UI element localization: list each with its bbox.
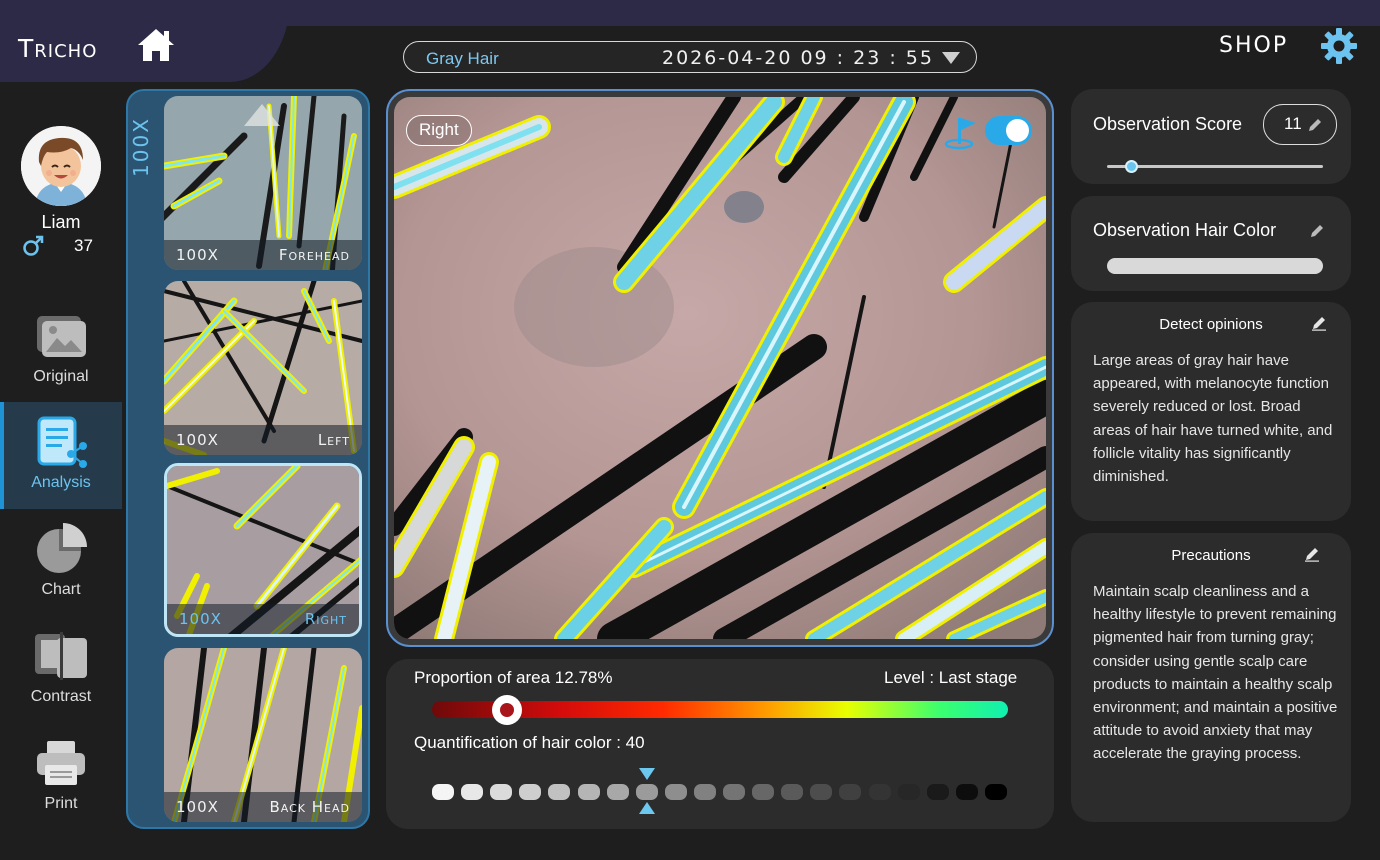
thumbnail-left[interactable]: 100X Left xyxy=(164,281,362,455)
flag-marker-icon[interactable] xyxy=(944,114,978,150)
home-icon[interactable] xyxy=(136,27,176,63)
observation-score-slider-knob[interactable] xyxy=(1124,160,1138,173)
thumbnail-mag: 100X xyxy=(176,431,219,449)
hair-color-chip[interactable] xyxy=(461,784,484,800)
selected-chip-marker-top xyxy=(638,768,655,780)
hair-color-chip[interactable] xyxy=(635,784,658,800)
avatar-illustration xyxy=(21,126,101,206)
app-title: Tricho xyxy=(18,34,98,63)
thumbnail-label: 100X Back Head xyxy=(164,792,362,822)
avatar[interactable] xyxy=(21,126,101,206)
observation-score-value: 11 xyxy=(1284,114,1302,133)
hair-color-chip[interactable] xyxy=(577,784,600,800)
hair-color-chip[interactable] xyxy=(955,784,978,800)
observation-hair-color-card xyxy=(1071,196,1351,291)
pie-chart-icon xyxy=(37,523,87,573)
precautions-text: Maintain scalp cleanliness and a healthy… xyxy=(1093,583,1338,763)
image-icon xyxy=(37,316,86,357)
shop-link[interactable]: SHOP xyxy=(1219,33,1288,58)
hair-color-chip[interactable] xyxy=(752,784,775,800)
hair-color-chip[interactable] xyxy=(926,784,949,800)
hair-color-chip[interactable] xyxy=(839,784,862,800)
male-gender-icon xyxy=(23,235,44,256)
hair-color-chip[interactable] xyxy=(810,784,833,800)
edit-pencil-icon[interactable] xyxy=(1311,315,1327,331)
observation-score-slider[interactable] xyxy=(1107,165,1323,168)
edit-pencil-icon[interactable] xyxy=(1309,223,1325,239)
magnification-tab[interactable]: 100X xyxy=(126,89,160,199)
record-datetime: 2026-04-20 09 : 23 : 55 xyxy=(662,47,934,69)
user-age: 37 xyxy=(74,236,93,255)
hair-color-quantification: Quantification of hair color : 40 xyxy=(414,733,645,752)
observation-score-title: Observation Score xyxy=(1093,114,1243,134)
hair-color-chip[interactable] xyxy=(781,784,804,800)
edit-pencil-icon[interactable] xyxy=(1304,546,1320,562)
thumbnail-area: Forehead xyxy=(278,246,350,264)
overlay-toggle[interactable] xyxy=(985,116,1032,145)
chevron-down-icon[interactable] xyxy=(942,52,960,64)
hair-color-chip[interactable] xyxy=(984,784,1007,800)
hair-color-chip[interactable] xyxy=(693,784,716,800)
thumbnail-label: 100X Left xyxy=(164,425,362,455)
hair-color-chip[interactable] xyxy=(490,784,513,800)
nav-chart[interactable]: Chart xyxy=(0,509,122,616)
scalp-image-drawing xyxy=(394,97,1046,639)
scroll-up-arrow-icon[interactable] xyxy=(244,104,280,126)
hair-color-chip[interactable] xyxy=(519,784,542,800)
thumbnail-mag: 100X xyxy=(176,246,219,264)
thumbnail-back-head[interactable]: 100X Back Head xyxy=(164,648,362,822)
nav-print[interactable]: Print xyxy=(0,723,122,830)
hair-color-chip[interactable] xyxy=(723,784,745,800)
thumbnail-label: 100X Right xyxy=(167,604,359,634)
nav-analysis[interactable]: Analysis xyxy=(0,402,122,509)
brand-area: Tricho xyxy=(0,0,290,82)
proportion-indicator xyxy=(491,695,522,725)
nav-original-label: Original xyxy=(33,368,89,385)
observation-hair-color-bar[interactable] xyxy=(1107,258,1323,274)
thumbnail-mag: 100X xyxy=(179,610,222,628)
scalp-microscope-image[interactable] xyxy=(394,97,1046,639)
nav-print-label: Print xyxy=(44,795,78,812)
nav-analysis-label: Analysis xyxy=(31,474,91,491)
thumbnail-area: Back Head xyxy=(269,798,350,816)
nav-contrast-label: Contrast xyxy=(30,688,92,705)
hair-color-chip[interactable] xyxy=(897,784,920,800)
thumbnail-mag: 100X xyxy=(176,798,219,816)
detect-opinions-title: Detect opinions xyxy=(1159,316,1263,333)
severity-level: Level : Last stage xyxy=(884,668,1018,687)
split-compare-icon xyxy=(35,632,87,680)
nav-original[interactable]: Original xyxy=(0,296,122,403)
mode-date-selector[interactable]: Gray Hair 2026-04-20 09 : 23 : 55 xyxy=(403,41,977,73)
printer-icon xyxy=(37,741,85,785)
nav-chart-label: Chart xyxy=(41,581,81,598)
hair-color-chip[interactable] xyxy=(606,784,629,800)
hair-color-chip[interactable] xyxy=(868,784,891,800)
thumbnail-right[interactable]: 100X Right xyxy=(164,463,362,637)
user-name: Liam xyxy=(41,212,81,232)
thumbnail-label: 100X Forehead xyxy=(164,240,362,270)
magnification-tab-label: 100X xyxy=(129,117,153,177)
hair-color-chip[interactable] xyxy=(432,784,454,800)
gear-icon[interactable] xyxy=(1320,27,1358,65)
edit-pencil-icon[interactable] xyxy=(1307,117,1323,133)
side-label-badge: Right xyxy=(406,115,472,146)
thumbnail-area: Right xyxy=(304,610,347,628)
detect-opinions-text: Large areas of gray hair have appeared, … xyxy=(1093,352,1333,486)
selected-chip-marker-bottom xyxy=(638,802,655,814)
report-icon xyxy=(37,416,87,468)
observation-hair-color-title: Observation Hair Color xyxy=(1093,220,1277,240)
thumbnail-area: Left xyxy=(317,431,350,449)
hair-color-chip[interactable] xyxy=(664,784,687,800)
hair-color-chip[interactable] xyxy=(548,784,571,800)
toggle-knob xyxy=(1006,119,1029,142)
detection-mode: Gray Hair xyxy=(426,49,499,68)
nav-contrast[interactable]: Contrast xyxy=(0,616,122,723)
proportion-of-area: Proportion of area 12.78% xyxy=(414,668,613,687)
